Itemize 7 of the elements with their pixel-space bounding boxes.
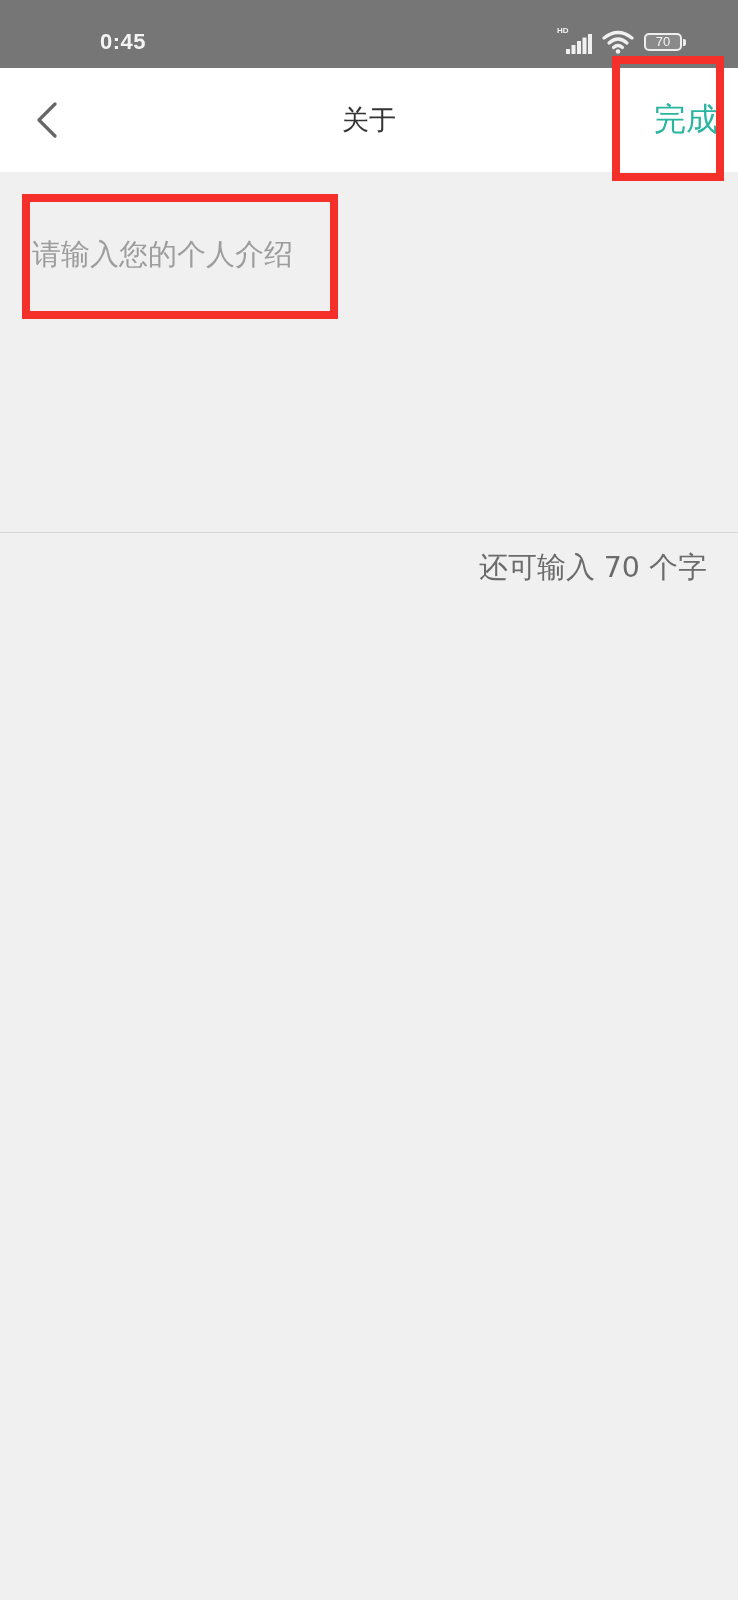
chevron-left-icon	[36, 102, 58, 138]
done-button[interactable]: 完成	[654, 94, 718, 146]
wifi-icon	[602, 30, 634, 54]
page-title: 关于	[342, 103, 396, 137]
bio-input-field[interactable]: 请输入您的个人介绍	[0, 172, 738, 532]
status-time: 0:45	[100, 29, 147, 55]
character-counter: 还可输入 70 个字	[478, 550, 707, 586]
